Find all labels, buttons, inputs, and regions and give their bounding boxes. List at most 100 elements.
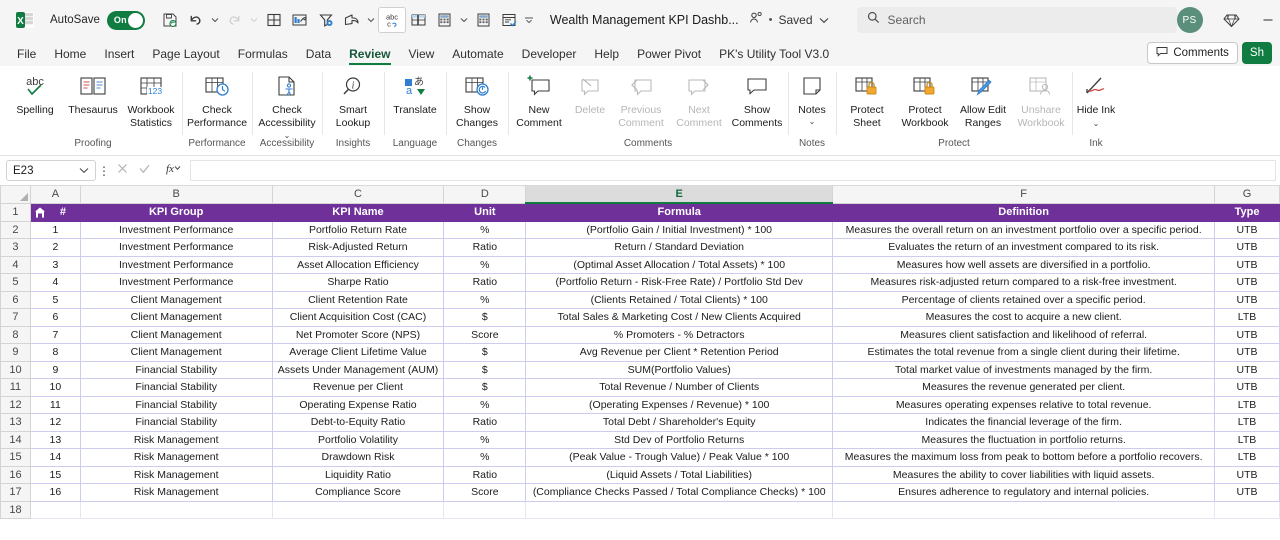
calculate-dropdown-icon[interactable] — [458, 17, 471, 23]
comments-button[interactable]: Comments — [1147, 42, 1238, 64]
cell-f18[interactable] — [832, 500, 1216, 519]
cell-a2[interactable]: 1 — [29, 220, 81, 239]
cell-e13[interactable]: Total Debt / Shareholder's Equity — [525, 413, 834, 432]
cell-a3[interactable]: 2 — [29, 238, 81, 257]
cell-c8[interactable]: Net Promoter Score (NPS) — [271, 325, 445, 344]
cell-e15[interactable]: (Peak Value - Trough Value) / Peak Value… — [525, 448, 834, 467]
cell-c11[interactable]: Revenue per Client — [271, 378, 445, 397]
cell-e8[interactable]: % Promoters - % Detractors — [525, 325, 834, 344]
name-box-dropdown-icon[interactable] — [79, 165, 89, 177]
formula-bar-options-icon[interactable]: ⋮ — [96, 164, 112, 178]
cell-c14[interactable]: Portfolio Volatility — [271, 430, 445, 449]
cell-d16[interactable]: Ratio — [443, 465, 527, 484]
enter-check-icon[interactable] — [138, 162, 151, 180]
cell-c18[interactable] — [271, 500, 445, 519]
cell-a6[interactable]: 5 — [29, 290, 81, 309]
home-icon[interactable] — [33, 205, 48, 219]
cell-e17[interactable]: (Compliance Checks Passed / Total Compli… — [525, 483, 834, 502]
cell-e5[interactable]: (Portfolio Return - Risk-Free Rate) / Po… — [525, 273, 834, 292]
cell-c7[interactable]: Client Acquisition Cost (CAC) — [271, 308, 445, 327]
cell-b12[interactable]: Financial Stability — [79, 395, 273, 414]
select-all-corner[interactable] — [0, 186, 31, 204]
cell-c3[interactable]: Risk-Adjusted Return — [271, 238, 445, 257]
cell-f14[interactable]: Measures the fluctuation in portfolio re… — [832, 430, 1216, 449]
column-header-f[interactable]: F — [832, 186, 1216, 204]
hide-ink-button[interactable]: Hide Ink ⌄ — [1074, 70, 1118, 130]
row-header-15[interactable]: 15 — [0, 448, 31, 467]
cell-b6[interactable]: Client Management — [79, 290, 273, 309]
chart-icon[interactable] — [287, 7, 313, 33]
tab-file[interactable]: File — [8, 42, 45, 66]
cell-b4[interactable]: Investment Performance — [79, 255, 273, 274]
show-comments-button[interactable]: Show Comments — [728, 70, 786, 129]
row-header-8[interactable]: 8 — [0, 325, 31, 344]
cell-f4[interactable]: Measures how well assets are diversified… — [832, 255, 1216, 274]
cell-a18[interactable] — [29, 500, 81, 519]
tab-formulas[interactable]: Formulas — [229, 42, 297, 66]
thesaurus-button[interactable]: Thesaurus — [64, 70, 122, 117]
tab-data[interactable]: Data — [297, 42, 340, 66]
cell-d15[interactable]: % — [443, 448, 527, 467]
cell-d3[interactable]: Ratio — [443, 238, 527, 257]
formula-input[interactable] — [190, 160, 1276, 181]
cell-g16[interactable]: UTB — [1214, 465, 1280, 484]
search-box[interactable]: Search — [856, 7, 1177, 33]
calculator-sheet-icon[interactable] — [471, 7, 497, 33]
chevron-down-icon[interactable]: ⌄ — [809, 117, 816, 126]
cell-g9[interactable]: UTB — [1214, 343, 1280, 362]
cell-f2[interactable]: Measures the overall return on an invest… — [832, 220, 1216, 239]
tab-help[interactable]: Help — [585, 42, 628, 66]
cell-d10[interactable]: $ — [443, 360, 527, 379]
minimize-button[interactable] — [1251, 6, 1280, 34]
column-header-g[interactable]: G — [1214, 186, 1280, 204]
cell-g3[interactable]: UTB — [1214, 238, 1280, 257]
save-icon[interactable] — [157, 7, 183, 33]
chevron-down-icon[interactable]: ⌄ — [1093, 119, 1100, 128]
row-header-12[interactable]: 12 — [0, 395, 31, 414]
cell-d11[interactable]: $ — [443, 378, 527, 397]
row-header-2[interactable]: 2 — [0, 220, 31, 239]
cell-c10[interactable]: Assets Under Management (AUM) — [271, 360, 445, 379]
cell-f9[interactable]: Estimates the total revenue from a singl… — [832, 343, 1216, 362]
cell-a14[interactable]: 13 — [29, 430, 81, 449]
cell-g11[interactable]: UTB — [1214, 378, 1280, 397]
cell-d6[interactable]: % — [443, 290, 527, 309]
cell-f8[interactable]: Measures client satisfaction and likelih… — [832, 325, 1216, 344]
cell-g5[interactable]: UTB — [1214, 273, 1280, 292]
cell-g2[interactable]: UTB — [1214, 220, 1280, 239]
cell-e9[interactable]: Avg Revenue per Client * Retention Perio… — [525, 343, 834, 362]
cell-e12[interactable]: (Operating Expenses / Revenue) * 100 — [525, 395, 834, 414]
shared-person-icon[interactable] — [749, 11, 763, 30]
cell-b9[interactable]: Client Management — [79, 343, 273, 362]
cell-a8[interactable]: 7 — [29, 325, 81, 344]
cell-f16[interactable]: Measures the ability to cover liabilitie… — [832, 465, 1216, 484]
name-box[interactable]: E23 — [6, 160, 96, 181]
cell-c13[interactable]: Debt-to-Equity Ratio — [271, 413, 445, 432]
cell-a9[interactable]: 8 — [29, 343, 81, 362]
diamond-icon[interactable] — [1215, 6, 1249, 34]
form-icon[interactable] — [497, 7, 523, 33]
notes-button[interactable]: Notes ⌄ — [790, 70, 834, 126]
row-header-6[interactable]: 6 — [0, 290, 31, 309]
cell-e7[interactable]: Total Sales & Marketing Cost / New Clien… — [525, 308, 834, 327]
undo-icon[interactable] — [183, 7, 209, 33]
cell-g13[interactable]: LTB — [1214, 413, 1280, 432]
cell-f6[interactable]: Percentage of clients retained over a sp… — [832, 290, 1216, 309]
calculator-icon[interactable] — [432, 7, 458, 33]
workbook-statistics-button[interactable]: 123 Workbook Statistics — [122, 70, 180, 129]
cell-d14[interactable]: % — [443, 430, 527, 449]
cell-a7[interactable]: 6 — [29, 308, 81, 327]
cell-b13[interactable]: Financial Stability — [79, 413, 273, 432]
cell-c12[interactable]: Operating Expense Ratio — [271, 395, 445, 414]
translate-button[interactable]: aあ Translate — [386, 70, 444, 117]
row-header-7[interactable]: 7 — [0, 308, 31, 327]
cell-b15[interactable]: Risk Management — [79, 448, 273, 467]
cell-b8[interactable]: Client Management — [79, 325, 273, 344]
cell-d4[interactable]: % — [443, 255, 527, 274]
tab-power-pivot[interactable]: Power Pivot — [628, 42, 710, 66]
cell-c15[interactable]: Drawdown Risk — [271, 448, 445, 467]
row-header-10[interactable]: 10 — [0, 360, 31, 379]
cell-d18[interactable] — [443, 500, 527, 519]
cell-d5[interactable]: Ratio — [443, 273, 527, 292]
cell-c4[interactable]: Asset Allocation Efficiency — [271, 255, 445, 274]
